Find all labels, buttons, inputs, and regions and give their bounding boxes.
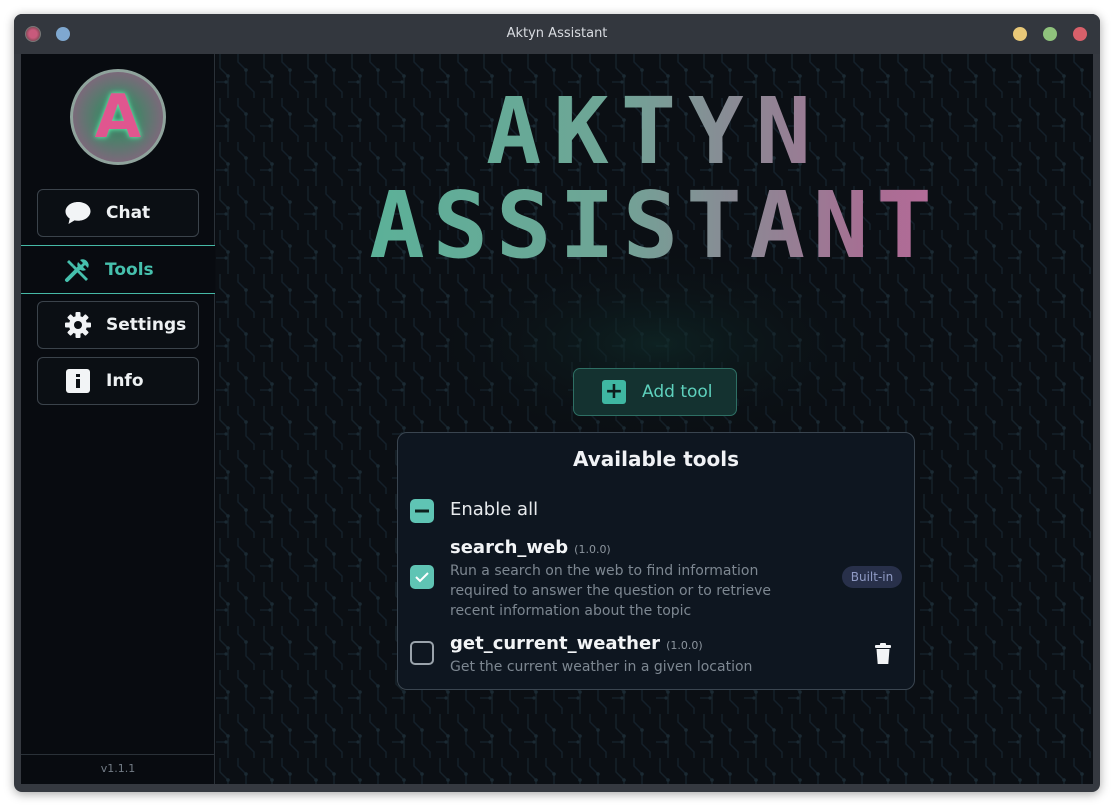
title-bar: Aktyn Assistant xyxy=(14,14,1100,54)
tool-version: (1.0.0) xyxy=(574,543,611,556)
info-icon xyxy=(64,367,92,395)
avatar: A xyxy=(70,69,166,165)
window-title: Aktyn Assistant xyxy=(506,26,608,41)
sidebar: A Chat Tools Settings Info v1.1.1 xyxy=(21,54,215,784)
sidebar-item-label: Chat xyxy=(106,203,151,223)
sidebar-item-tools[interactable]: Tools xyxy=(21,245,215,294)
sidebar-item-label: Tools xyxy=(105,259,154,280)
sidebar-item-chat[interactable]: Chat xyxy=(37,189,199,237)
tool-name-search-web: search_web (1.0.0) xyxy=(450,537,611,558)
enable-all-checkbox[interactable] xyxy=(410,499,434,523)
built-in-badge: Built-in xyxy=(842,566,902,588)
tool-name-text: get_current_weather xyxy=(450,633,661,654)
enable-all-label: Enable all xyxy=(450,499,539,520)
tool-checkbox-search-web[interactable] xyxy=(410,565,434,589)
version-label: v1.1.1 xyxy=(21,754,215,784)
tool-version: (1.0.0) xyxy=(666,639,703,652)
chat-bubble-icon xyxy=(64,199,92,227)
add-tool-label: Add tool xyxy=(642,382,713,402)
tool-name-get-current-weather: get_current_weather (1.0.0) xyxy=(450,633,703,654)
tool-name-text: search_web xyxy=(450,537,569,558)
sidebar-item-info[interactable]: Info xyxy=(37,357,199,405)
tool-checkbox-get-current-weather[interactable] xyxy=(410,641,434,665)
tool-description: Run a search on the web to find informat… xyxy=(450,563,771,619)
sidebar-item-label: Info xyxy=(106,371,144,391)
close-button[interactable] xyxy=(1073,27,1087,41)
trash-icon[interactable] xyxy=(874,643,892,665)
panel-title: Available tools xyxy=(572,447,739,471)
available-tools-panel: Available tools Enable all search_web (1.… xyxy=(397,432,915,690)
avatar-logo-letter: A xyxy=(94,82,142,152)
tool-description: Get the current weather in a given locat… xyxy=(450,659,753,675)
banner-title-line-1: AKTYN xyxy=(216,78,1093,185)
checkmark-icon xyxy=(415,572,429,583)
minimize-button[interactable] xyxy=(1013,27,1027,41)
maximize-button[interactable] xyxy=(1043,27,1057,41)
gear-icon xyxy=(64,311,92,339)
sidebar-item-settings[interactable]: Settings xyxy=(37,301,199,349)
banner-title-line-2: ASSISTANT xyxy=(216,172,1093,279)
minus-icon xyxy=(415,509,429,513)
app-window: Aktyn Assistant A Chat Tools Settings In… xyxy=(14,14,1100,792)
add-tool-button[interactable]: + Add tool xyxy=(573,368,737,416)
app-content: A Chat Tools Settings Info v1.1.1 AKTYN … xyxy=(21,54,1093,784)
main-area: AKTYN ASSISTANT + Add tool Available too… xyxy=(216,54,1093,784)
sidebar-item-label: Settings xyxy=(106,315,187,335)
plus-icon: + xyxy=(602,380,626,404)
tools-icon xyxy=(64,256,92,284)
